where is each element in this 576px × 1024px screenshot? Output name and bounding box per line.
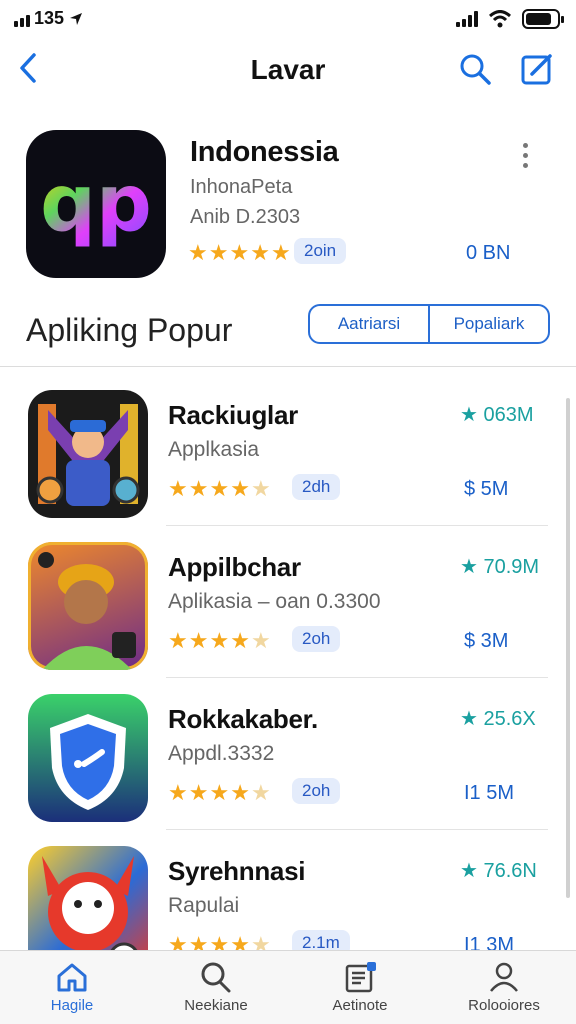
tab-profile[interactable]: Rolooiores xyxy=(432,951,576,1024)
section-title: Apliking Popur xyxy=(26,312,233,348)
featured-size: 0 BN xyxy=(466,242,511,264)
star-icon: ★ xyxy=(270,240,291,265)
signal-icon xyxy=(14,11,30,27)
app-rating-badge: 2oh xyxy=(292,778,341,804)
featured-app-icon: qp xyxy=(26,130,166,278)
search-icon xyxy=(460,54,491,85)
app-name: Rokkakaber. xyxy=(168,704,318,734)
app-downloads: ★ 063M xyxy=(460,404,534,426)
star-icon: ★ xyxy=(208,240,229,265)
app-badge-text: 2dh xyxy=(292,474,341,500)
tab-label: Neekiane xyxy=(184,997,248,1014)
section-divider xyxy=(0,366,576,367)
app-list-item[interactable]: Rokkakaber. Appdl.3332 ★ ★ ★ ★ ★ 2oh ★ 25.6X… xyxy=(0,678,560,830)
star-icon: ★ xyxy=(250,628,271,653)
app-badge-text: 2oh xyxy=(292,626,341,652)
star-icon: ★ xyxy=(250,240,270,265)
news-icon xyxy=(345,962,376,993)
app-subtitle: Rapulai xyxy=(168,894,240,917)
app-rating-badge: 2dh xyxy=(292,474,341,500)
app-size: $ 3M xyxy=(464,630,509,652)
featured-app[interactable]: qp Indonessia InhonaPeta Anib D.2303 ★ ★ ★… xyxy=(0,118,576,294)
featured-icon-logo: qp xyxy=(40,159,152,249)
featured-app-developer: InhonaPeta xyxy=(190,176,293,198)
star-icon: ★ xyxy=(188,628,209,653)
star-icon: ★ xyxy=(230,780,250,805)
battery-icon xyxy=(522,9,564,29)
segmented-control: Aatriarsi Popaliark xyxy=(308,304,550,344)
segment-option-1[interactable]: Aatriarsi xyxy=(310,306,428,342)
app-size: $ 5M xyxy=(464,478,509,500)
app-list-item[interactable]: Rackiuglar Applkasia ★ ★ ★ ★ ★ 2dh ★ 063M $ … xyxy=(0,374,560,526)
star-icon: ★ xyxy=(188,780,209,805)
nav-bar: Lavar xyxy=(0,40,576,100)
star-icon: ★ xyxy=(188,240,208,265)
app-downloads: ★ 25.6X xyxy=(460,708,536,730)
star-icon: ★ xyxy=(209,780,230,805)
status-bar: 135 xyxy=(0,0,576,40)
portrait-icon xyxy=(28,542,148,670)
status-right xyxy=(456,9,564,29)
star-icon: ★ xyxy=(229,240,250,265)
app-rating-badge: 2oh xyxy=(292,626,341,652)
app-subtitle: Aplikasia – oan 0.3300 xyxy=(168,590,381,613)
app-badge-text: 2oh xyxy=(292,778,341,804)
featured-app-version: Anib D.2303 xyxy=(190,206,301,228)
tab-label: Aetinote xyxy=(332,997,388,1014)
shield-icon xyxy=(28,694,148,822)
tab-news[interactable]: Aetinote xyxy=(288,951,432,1024)
app-subtitle: Appdl.3332 xyxy=(168,742,275,765)
app-size: I1 5M xyxy=(464,782,515,804)
featured-rating-stars: ★ ★ ★ ★ ★ xyxy=(188,242,291,264)
cellular-icon xyxy=(456,11,478,27)
app-name: Syrehnnasi xyxy=(168,856,306,886)
status-time: 135 xyxy=(34,8,65,28)
wifi-icon xyxy=(488,10,512,28)
person-icon xyxy=(490,962,518,992)
search-button[interactable] xyxy=(454,48,496,90)
compose-button[interactable] xyxy=(516,48,558,90)
app-subtitle: Applkasia xyxy=(168,438,260,461)
app-rating-stars: ★ ★ ★ ★ ★ xyxy=(168,782,271,804)
scrollbar[interactable] xyxy=(566,398,570,898)
app-name: Appilbchar xyxy=(168,552,301,582)
search-icon xyxy=(201,962,231,993)
star-icon: ★ xyxy=(209,476,230,501)
featured-app-title: Indonessia xyxy=(190,136,339,168)
star-icon: ★ xyxy=(250,476,271,501)
tab-bar: Hagile Neekiane Aetinote Rolooiores xyxy=(0,950,576,1024)
tab-home[interactable]: Hagile xyxy=(0,951,144,1024)
star-icon: ★ xyxy=(188,476,209,501)
status-left: 135 xyxy=(14,8,84,29)
app-downloads: ★ 76.6N xyxy=(460,860,537,882)
compose-icon xyxy=(521,54,552,85)
tab-search[interactable]: Neekiane xyxy=(144,951,288,1024)
star-icon: ★ xyxy=(168,628,188,653)
app-list-item[interactable]: Appilbchar Aplikasia – oan 0.3300 ★ ★ ★ ★ ★ … xyxy=(0,526,560,678)
home-icon xyxy=(57,963,87,992)
tab-label: Rolooiores xyxy=(468,997,540,1014)
more-options-button[interactable] xyxy=(512,138,538,172)
app-rating-stars: ★ ★ ★ ★ ★ xyxy=(168,478,271,500)
star-icon: ★ xyxy=(168,476,188,501)
star-icon: ★ xyxy=(250,780,271,805)
app-name: Rackiuglar xyxy=(168,400,298,430)
character-robot-icon xyxy=(28,390,148,518)
star-icon: ★ xyxy=(168,780,188,805)
back-button[interactable] xyxy=(12,48,44,88)
featured-rating-badge: 2oin xyxy=(294,238,347,264)
app-rating-stars: ★ ★ ★ ★ ★ xyxy=(168,630,271,652)
app-downloads: ★ 70.9M xyxy=(460,556,540,578)
tab-label: Hagile xyxy=(50,997,94,1014)
star-icon: ★ xyxy=(209,628,230,653)
segment-option-2[interactable]: Popaliark xyxy=(428,306,548,342)
chevron-left-icon xyxy=(20,53,36,83)
star-icon: ★ xyxy=(230,476,250,501)
star-icon: ★ xyxy=(230,628,250,653)
location-icon xyxy=(70,12,83,25)
featured-badge-text: 2oin xyxy=(294,238,347,264)
